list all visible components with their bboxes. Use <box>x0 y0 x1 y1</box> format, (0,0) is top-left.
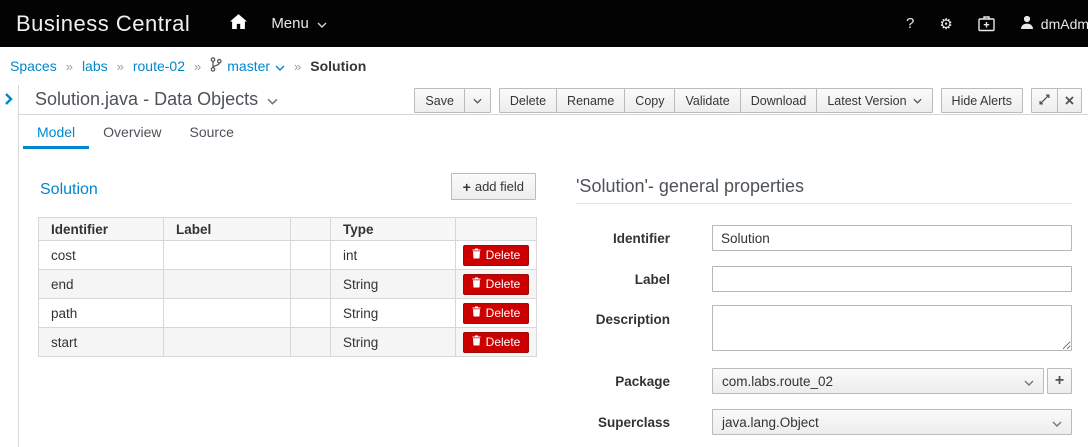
tab-overview[interactable]: Overview <box>89 115 175 149</box>
superclass-selected-value: java.lang.Object <box>722 415 819 430</box>
description-label: Description <box>420 312 670 327</box>
data-object-link[interactable]: Solution <box>40 181 98 199</box>
cell-empty <box>291 241 331 270</box>
editor-tabs: Model Overview Source <box>19 115 248 149</box>
cell-label[interactable] <box>164 328 291 357</box>
help-icon[interactable]: ? <box>906 15 914 32</box>
cell-label[interactable] <box>164 270 291 299</box>
save-split-button: Save <box>414 88 491 113</box>
editor-toolbar: Save Delete Rename Copy Validate Downloa… <box>414 88 1082 113</box>
cell-identifier[interactable]: start <box>39 328 164 357</box>
settings-gear-icon[interactable]: ⚙ <box>939 15 952 33</box>
rename-button[interactable]: Rename <box>556 88 625 113</box>
superclass-select[interactable]: java.lang.Object <box>712 409 1072 435</box>
delete-field-button[interactable]: Delete <box>463 245 530 266</box>
breadcrumb-current-solution: Solution <box>310 58 366 74</box>
header-identifier: Identifier <box>39 218 164 241</box>
trash-icon <box>472 248 481 262</box>
close-icon <box>1065 94 1074 108</box>
delete-field-label: Delete <box>486 335 521 349</box>
user-menu[interactable]: dmAdmin <box>1020 15 1088 33</box>
add-field-button[interactable]: + add field <box>451 173 536 200</box>
breadcrumb-route-02[interactable]: route-02 <box>133 58 185 74</box>
cell-identifier[interactable]: end <box>39 270 164 299</box>
new-package-button[interactable]: + <box>1047 368 1072 394</box>
chevron-down-icon <box>267 89 278 110</box>
chevron-down-icon <box>1052 415 1062 430</box>
save-button[interactable]: Save <box>414 88 465 113</box>
label-label: Label <box>420 272 670 287</box>
identifier-label: Identifier <box>420 231 670 246</box>
delete-field-label: Delete <box>486 248 521 262</box>
breadcrumb-spaces[interactable]: Spaces <box>10 58 57 74</box>
expand-icon <box>1039 94 1050 108</box>
chevron-down-icon <box>275 58 285 74</box>
cell-identifier[interactable]: cost <box>39 241 164 270</box>
superclass-label: Superclass <box>420 415 670 430</box>
branch-selector[interactable]: master <box>210 57 285 75</box>
cell-empty <box>291 299 331 328</box>
label-field[interactable] <box>712 266 1072 292</box>
delete-button[interactable]: Delete <box>499 88 557 113</box>
chevron-down-icon <box>1024 374 1034 389</box>
expand-docks-chevron-icon[interactable] <box>3 92 15 110</box>
hide-alerts-button[interactable]: Hide Alerts <box>941 88 1023 113</box>
breadcrumb-separator: » <box>294 59 301 74</box>
close-button[interactable] <box>1057 88 1082 113</box>
admin-toolbox-icon[interactable] <box>978 16 995 32</box>
editor-title-dropdown[interactable]: Solution.java - Data Objects <box>35 89 278 110</box>
masthead-utilities: ? ⚙ dmAdmin <box>906 0 1088 47</box>
latest-version-label: Latest Version <box>827 94 906 108</box>
brand-logo[interactable]: Business Central <box>16 11 190 37</box>
cell-empty <box>291 270 331 299</box>
file-actions-group: Delete Rename Copy Validate Download Lat… <box>499 88 933 113</box>
latest-version-dropdown[interactable]: Latest Version <box>816 88 932 113</box>
breadcrumb: Spaces » labs » route-02 » master » Solu… <box>0 47 1088 85</box>
identifier-field[interactable] <box>712 225 1072 251</box>
heading-divider <box>576 203 1072 204</box>
menu-label: Menu <box>271 15 309 32</box>
chevron-down-icon <box>317 15 327 32</box>
description-field[interactable] <box>712 305 1072 351</box>
download-button[interactable]: Download <box>740 88 818 113</box>
cell-type[interactable]: String <box>331 328 456 357</box>
username-label: dmAdmin <box>1041 16 1088 32</box>
breadcrumb-separator: » <box>194 59 201 74</box>
menu-button[interactable]: Menu <box>271 15 327 32</box>
validate-button[interactable]: Validate <box>674 88 740 113</box>
header-empty <box>291 218 331 241</box>
package-label: Package <box>420 374 670 389</box>
breadcrumb-separator: » <box>117 59 124 74</box>
delete-field-button[interactable]: Delete <box>463 332 530 353</box>
home-button[interactable] <box>230 14 247 34</box>
masthead: Business Central Menu ? ⚙ dmAdmin <box>0 0 1088 47</box>
trash-icon <box>472 335 481 349</box>
general-properties-heading: 'Solution'- general properties <box>576 176 804 197</box>
package-selected-value: com.labs.route_02 <box>722 374 833 389</box>
add-field-label: add field <box>475 179 524 194</box>
cell-actions: Delete <box>456 328 537 357</box>
window-controls-group <box>1031 88 1082 113</box>
cell-empty <box>291 328 331 357</box>
copy-button[interactable]: Copy <box>624 88 675 113</box>
package-select[interactable]: com.labs.route_02 <box>712 368 1044 394</box>
editor-title: Solution.java - Data Objects <box>35 89 258 110</box>
cell-identifier[interactable]: path <box>39 299 164 328</box>
maximize-button[interactable] <box>1031 88 1058 113</box>
cell-label[interactable] <box>164 299 291 328</box>
plus-icon: + <box>463 179 471 195</box>
header-label: Label <box>164 218 291 241</box>
breadcrumb-labs[interactable]: labs <box>82 58 108 74</box>
home-icon <box>230 14 247 34</box>
breadcrumb-separator: » <box>66 59 73 74</box>
tab-model[interactable]: Model <box>23 115 89 149</box>
breadcrumb-branch-master[interactable]: master <box>227 58 270 74</box>
save-dropdown-button[interactable] <box>464 88 491 113</box>
table-row[interactable]: start String Delete <box>39 328 537 357</box>
git-branch-icon <box>210 57 222 75</box>
tab-source[interactable]: Source <box>176 115 248 149</box>
cell-label[interactable] <box>164 241 291 270</box>
user-icon <box>1020 15 1034 33</box>
